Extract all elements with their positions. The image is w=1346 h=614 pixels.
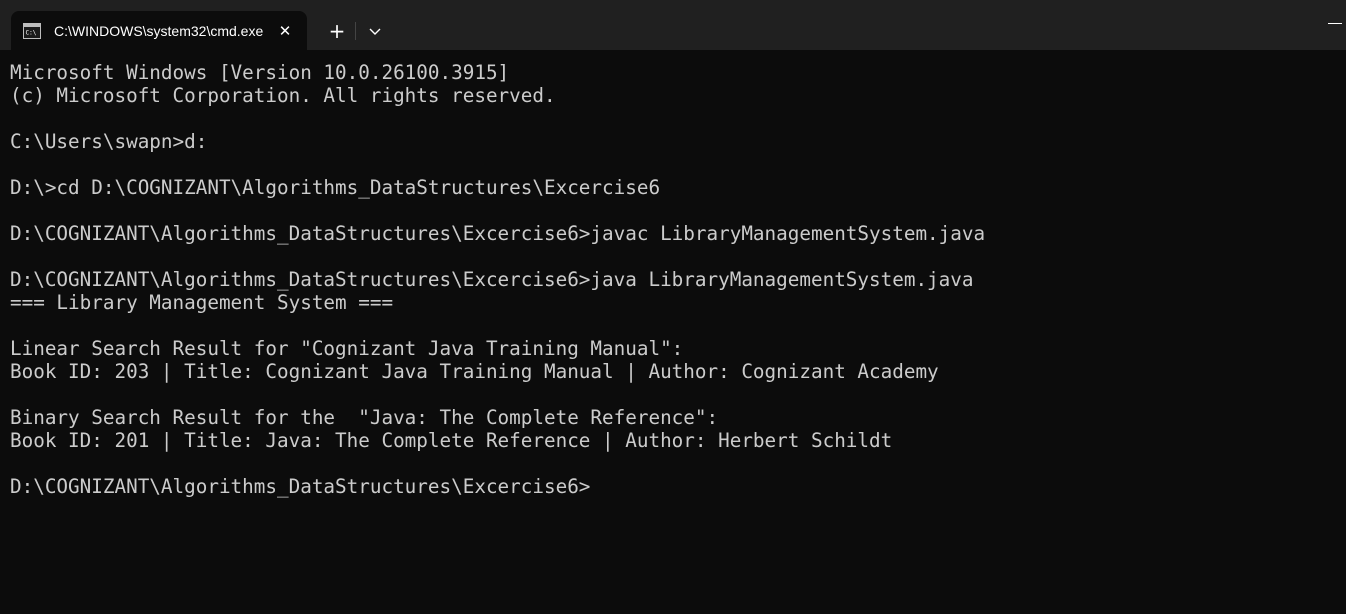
tab-cmd[interactable]: C:\ C:\WINDOWS\system32\cmd.exe ✕	[11, 11, 307, 50]
tab-divider	[355, 22, 356, 40]
terminal-window: C:\ C:\WINDOWS\system32\cmd.exe ✕ + Micr…	[0, 0, 1346, 614]
terminal-line: D:\COGNIZANT\Algorithms_DataStructures\E…	[10, 222, 986, 245]
terminal-line: Linear Search Result for "Cognizant Java…	[10, 337, 684, 360]
minimize-icon[interactable]	[1318, 10, 1346, 34]
chevron-down-icon[interactable]	[363, 19, 387, 43]
terminal-line: C:\Users\swapn>d:	[10, 130, 208, 153]
terminal-line: === Library Management System ===	[10, 291, 394, 314]
terminal-line: Book ID: 203 | Title: Cognizant Java Tra…	[10, 360, 939, 383]
terminal-line: Book ID: 201 | Title: Java: The Complete…	[10, 429, 893, 452]
close-icon[interactable]: ✕	[274, 20, 296, 42]
minimize-line	[1328, 23, 1342, 24]
terminal-output[interactable]: Microsoft Windows [Version 10.0.26100.39…	[10, 61, 1340, 606]
terminal-line: (c) Microsoft Corporation. All rights re…	[10, 84, 556, 107]
new-tab-button[interactable]: +	[323, 17, 351, 45]
cmd-prompt-icon: C:\	[23, 23, 41, 39]
title-bar: C:\ C:\WINDOWS\system32\cmd.exe ✕ +	[0, 0, 1346, 50]
svg-text:C:\: C:\	[26, 30, 37, 37]
terminal-line: Microsoft Windows [Version 10.0.26100.39…	[10, 61, 510, 84]
terminal-line: D:\>cd D:\COGNIZANT\Algorithms_DataStruc…	[10, 176, 661, 199]
terminal-prompt: D:\COGNIZANT\Algorithms_DataStructures\E…	[10, 475, 591, 498]
terminal-line: Binary Search Result for the "Java: The …	[10, 406, 719, 429]
terminal-line: D:\COGNIZANT\Algorithms_DataStructures\E…	[10, 268, 974, 291]
tab-title: C:\WINDOWS\system32\cmd.exe	[54, 23, 264, 39]
